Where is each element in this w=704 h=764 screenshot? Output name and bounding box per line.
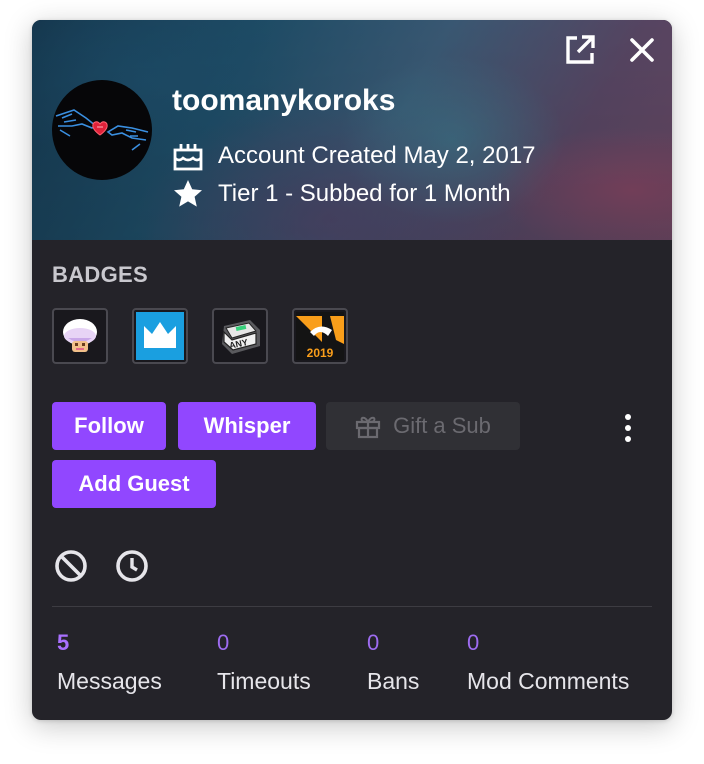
stat-bans[interactable]: 0 Bans — [367, 630, 419, 695]
gift-sub-button[interactable]: Gift a Sub — [326, 402, 520, 450]
close-icon[interactable] — [624, 32, 660, 68]
star-icon — [174, 180, 202, 207]
user-card: toomanykoroks Account Created May 2, 201… — [32, 20, 672, 720]
account-created-row: Account Created May 2, 2017 — [172, 140, 536, 172]
mushroom-lamp-badge[interactable] — [52, 308, 108, 364]
whisper-button[interactable]: Whisper — [178, 402, 316, 450]
stat-value: 0 — [217, 630, 230, 655]
follow-button[interactable]: Follow — [52, 402, 166, 450]
username[interactable]: toomanykoroks — [172, 84, 395, 118]
subscription-text: Tier 1 - Subbed for 1 Month — [218, 180, 511, 207]
stat-messages[interactable]: 5 Messages — [57, 630, 162, 695]
stat-label: Messages — [57, 668, 162, 694]
stat-timeouts[interactable]: 0 Timeouts — [217, 630, 311, 695]
more-vertical-icon[interactable] — [612, 406, 644, 450]
avatar[interactable] — [52, 80, 152, 180]
gift-icon — [355, 416, 381, 439]
add-guest-button[interactable]: Add Guest — [52, 460, 216, 508]
crown-badge[interactable] — [132, 308, 188, 364]
badge-year-text: 2019 — [307, 346, 334, 360]
gift-sub-label: Gift a Sub — [393, 413, 491, 438]
account-created-text: Account Created May 2, 2017 — [218, 142, 536, 169]
subscription-row: Tier 1 - Subbed for 1 Month — [172, 178, 511, 210]
any-key-badge[interactable]: ANY — [212, 308, 268, 364]
stat-mod-comments[interactable]: 0 Mod Comments — [467, 630, 629, 695]
ban-icon[interactable] — [53, 548, 89, 584]
stat-value: 0 — [467, 630, 480, 655]
stat-value: 0 — [367, 630, 380, 655]
stat-label: Timeouts — [217, 668, 311, 694]
stat-label: Mod Comments — [467, 668, 630, 694]
timeout-clock-icon[interactable] — [114, 548, 150, 584]
divider — [52, 606, 652, 607]
stat-label: Bans — [367, 668, 420, 694]
overwatch-league-2019-badge[interactable]: 2019 — [292, 308, 348, 364]
popout-icon[interactable] — [562, 32, 598, 68]
badges-title: BADGES — [52, 262, 148, 287]
stat-value: 5 — [57, 630, 70, 655]
cake-icon — [173, 144, 203, 171]
